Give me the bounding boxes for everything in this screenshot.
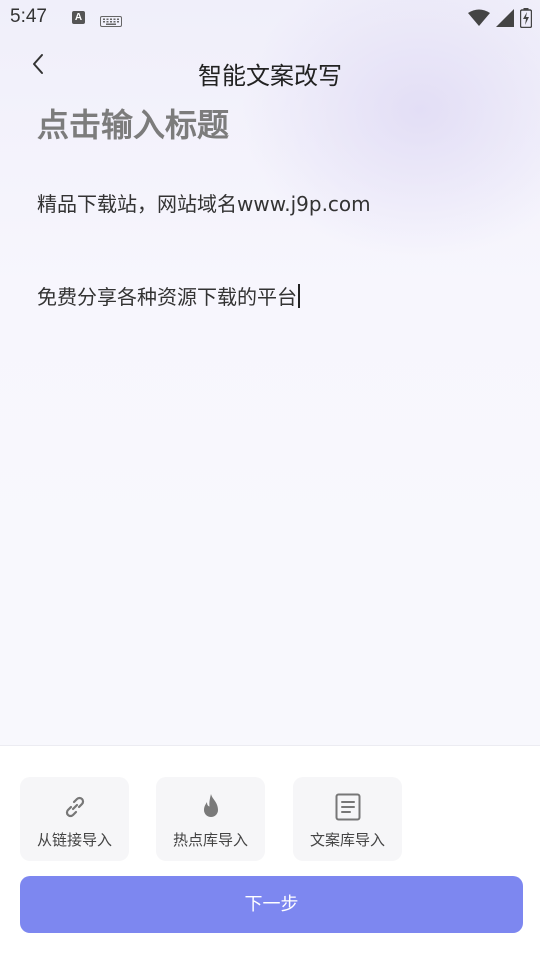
status-time: 5:47 <box>10 6 47 27</box>
page-title: 智能文案改写 <box>198 62 342 90</box>
content-text: 精品下载站，网站域名www.j9p.com <box>37 192 371 216</box>
import-from-hot-label: 热点库导入 <box>172 831 248 849</box>
status-icons <box>468 8 533 32</box>
bottom-panel: 从链接导入 热点库导入 文案库导入 下一步 <box>0 745 540 960</box>
status-bar: 5:47 A <box>0 0 540 36</box>
battery-charging-icon <box>519 8 533 32</box>
content-line[interactable]: 免费分享各种资源下载的平台 <box>37 281 300 310</box>
import-from-link-label: 从链接导入 <box>36 831 112 849</box>
accessibility-a-icon: A <box>72 11 85 24</box>
import-from-link-button[interactable]: 从链接导入 <box>20 777 129 861</box>
flame-icon <box>199 793 223 821</box>
next-step-button[interactable]: 下一步 <box>20 876 523 933</box>
title-input[interactable]: 点击输入标题 <box>37 100 229 146</box>
screen: 5:47 A 智能文案改写 点击输入标题 精品下载站，网站域名www.j9p.c… <box>0 0 540 960</box>
link-icon <box>62 793 88 821</box>
content-text: 免费分享各种资源下载的平台 <box>37 285 297 309</box>
keyboard-icon <box>100 12 122 31</box>
text-caret <box>298 284 300 308</box>
import-from-hot-button[interactable]: 热点库导入 <box>156 777 265 861</box>
import-from-library-button[interactable]: 文案库导入 <box>293 777 402 861</box>
signal-icon <box>496 9 514 31</box>
document-icon <box>335 793 361 821</box>
wifi-icon <box>468 9 490 31</box>
import-from-library-label: 文案库导入 <box>309 831 385 849</box>
content-line[interactable]: 精品下载站，网站域名www.j9p.com <box>37 188 371 217</box>
